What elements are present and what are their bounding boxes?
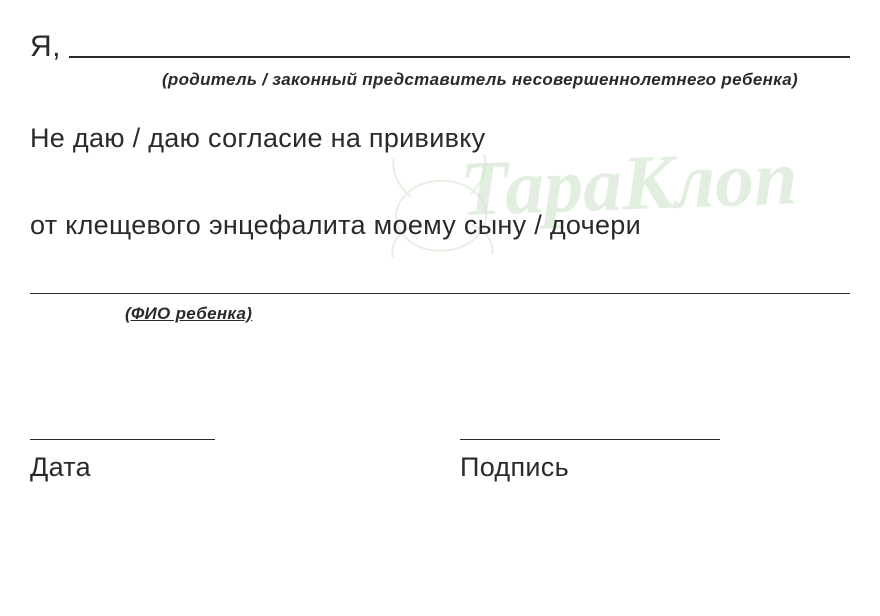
- signature-label: Подпись: [460, 452, 720, 483]
- intro-line: Я,: [30, 30, 850, 64]
- date-field: Дата: [30, 439, 215, 483]
- document-content: Я, (родитель / законный представитель не…: [30, 30, 850, 483]
- intro-text: Я,: [30, 30, 69, 64]
- body-line-2: от клещевого энцефалита моему сыну / доч…: [30, 205, 850, 246]
- parent-hint: (родитель / законный представитель несов…: [30, 70, 850, 90]
- name-blank-line: [69, 56, 850, 58]
- child-hint: (ФИО ребенка): [30, 304, 850, 324]
- child-name-blank-line: [30, 293, 850, 294]
- signature-blank-line: [460, 439, 720, 440]
- bottom-fields: Дата Подпись: [30, 439, 850, 483]
- body-line-1: Не даю / даю согласие на прививку: [30, 118, 850, 159]
- date-blank-line: [30, 439, 215, 440]
- date-label: Дата: [30, 452, 215, 483]
- signature-field: Подпись: [460, 439, 720, 483]
